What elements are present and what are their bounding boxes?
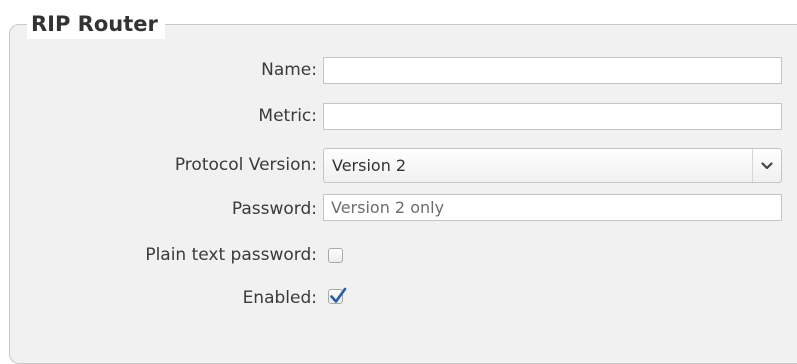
enabled-checkbox[interactable] xyxy=(328,287,347,304)
protocol-version-label: Protocol Version: xyxy=(174,155,317,175)
protocol-version-select[interactable]: Version 2 xyxy=(323,148,782,183)
plain-text-password-checkbox[interactable] xyxy=(328,248,343,263)
chevron-down-icon[interactable] xyxy=(752,149,781,182)
metric-label: Metric: xyxy=(258,106,317,126)
enabled-label: Enabled: xyxy=(242,288,317,308)
name-label: Name: xyxy=(261,60,317,80)
password-label: Password: xyxy=(231,199,317,219)
password-input[interactable]: Version 2 only xyxy=(323,194,782,221)
panel-title: RIP Router xyxy=(27,9,165,39)
protocol-version-value: Version 2 xyxy=(332,156,407,175)
metric-input[interactable] xyxy=(323,103,782,130)
password-placeholder: Version 2 only xyxy=(331,198,445,217)
plain-text-password-label: Plain text password: xyxy=(145,245,317,265)
name-input[interactable] xyxy=(323,57,782,84)
checkmark-icon xyxy=(330,287,347,303)
